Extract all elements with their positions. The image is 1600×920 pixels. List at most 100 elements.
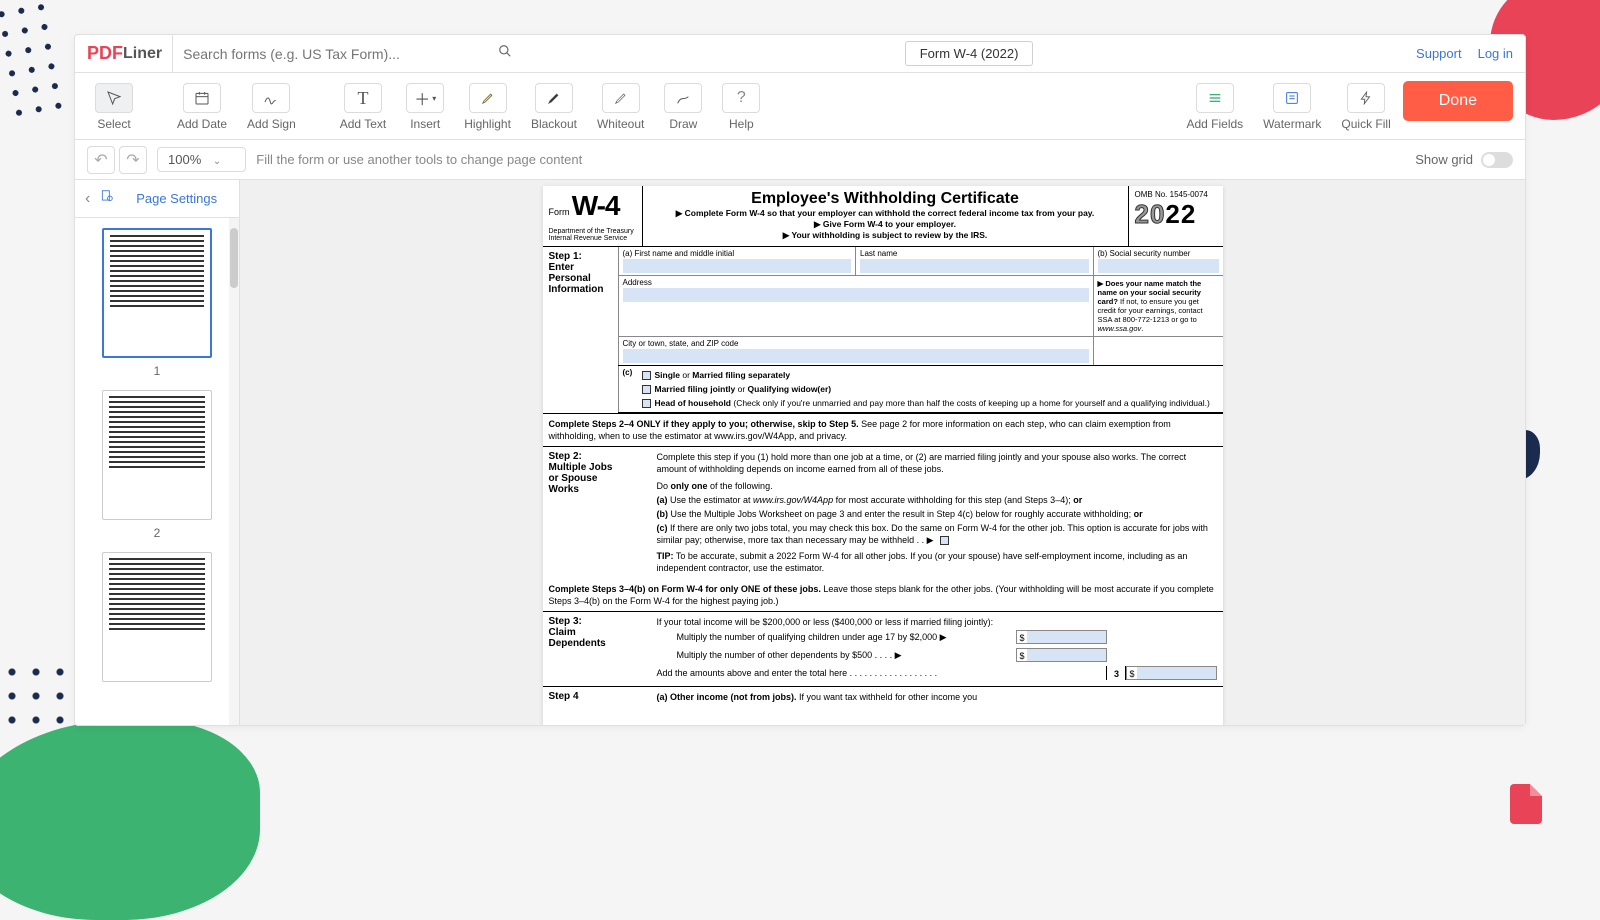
undo-button[interactable]: ↶: [87, 146, 115, 174]
ssn-note: ▶ Does your name match the name on your …: [1093, 276, 1223, 336]
form-title: Employee's Withholding Certificate: [649, 190, 1122, 208]
tool-label: Select: [97, 117, 130, 131]
city-label: City or town, state, and ZIP code: [623, 339, 739, 348]
add-sign-tool[interactable]: Add Sign: [239, 79, 304, 135]
highlight-tool[interactable]: Highlight: [456, 79, 519, 135]
form-code: W-4: [572, 190, 620, 221]
tool-label: Add Fields: [1186, 117, 1243, 131]
done-button[interactable]: Done: [1403, 81, 1513, 121]
search-box: [172, 35, 522, 72]
cb-hoh-label: Head of household (Check only if you're …: [655, 398, 1210, 408]
tool-label: Watermark: [1263, 117, 1321, 131]
step2-label: Step 2: Multiple Jobs or Spouse Works: [543, 447, 651, 578]
select-tool[interactable]: Select: [87, 79, 141, 135]
omb-number: OMB No. 1545-0074: [1135, 190, 1217, 199]
address-field[interactable]: [623, 288, 1089, 302]
last-name-field[interactable]: [860, 259, 1089, 273]
c-label: (c): [618, 366, 638, 412]
redo-button[interactable]: ↷: [119, 146, 147, 174]
total-amount-field[interactable]: [1137, 666, 1217, 680]
lname-label: Last name: [860, 249, 897, 258]
show-grid-toggle[interactable]: [1481, 152, 1513, 168]
tool-label: Blackout: [531, 117, 577, 131]
toolbar: Select Add Date Add Sign T Add Text ＋ ▾ …: [75, 73, 1525, 140]
support-link[interactable]: Support: [1416, 46, 1462, 61]
head-household-checkbox[interactable]: [642, 399, 651, 408]
tool-label: Whiteout: [597, 117, 644, 131]
scrollbar[interactable]: [229, 218, 239, 725]
sub-toolbar: ↶ ↷ 100% ⌄ Fill the form or use another …: [75, 140, 1525, 180]
decor-dots: [0, 660, 80, 740]
logo-text-pdf: PDF: [87, 43, 123, 64]
form-instruction: ▶ Complete Form W-4 so that your employe…: [649, 208, 1122, 219]
tool-label: Insert: [410, 117, 440, 131]
steps-3-4b-note: Complete Steps 3–4(b) on Form W-4 for on…: [543, 579, 1223, 612]
logo[interactable]: PDFLiner: [87, 43, 162, 64]
step4-body: (a) Other income (not from jobs). If you…: [651, 687, 1223, 707]
tool-label: Add Text: [340, 117, 386, 131]
tool-label: Quick Fill: [1341, 117, 1390, 131]
search-icon[interactable]: [498, 44, 512, 63]
search-input[interactable]: [183, 46, 498, 62]
tool-label: Help: [729, 117, 754, 131]
step4-label: Step 4: [543, 687, 651, 707]
cb-married-label: Married filing jointly or Qualifying wid…: [655, 384, 832, 394]
dependents-amount-field[interactable]: [1027, 648, 1107, 662]
married-joint-checkbox[interactable]: [642, 385, 651, 394]
header-bar: PDFLiner Form W-4 (2022) Support Log in: [75, 35, 1525, 73]
add-text-tool[interactable]: T Add Text: [332, 79, 394, 135]
total-line-3: 3: [1106, 666, 1126, 680]
watermark-tool[interactable]: Watermark: [1255, 79, 1329, 135]
quick-fill-tool[interactable]: Quick Fill: [1333, 79, 1398, 135]
tool-label: Draw: [669, 117, 697, 131]
help-tool[interactable]: ? Help: [714, 79, 768, 135]
zoom-select[interactable]: 100% ⌄: [157, 147, 246, 172]
step1-label: Step 1: Enter Personal Information: [543, 247, 618, 413]
whiteout-tool[interactable]: Whiteout: [589, 79, 652, 135]
ssn-field[interactable]: [1098, 259, 1219, 273]
page-number: 2: [95, 526, 219, 540]
insert-tool[interactable]: ＋ ▾ Insert: [398, 79, 452, 135]
steps-2-4-note: Complete Steps 2–4 ONLY if they apply to…: [543, 414, 1223, 447]
page-thumbnail-1[interactable]: [102, 228, 212, 358]
irs-label: Internal Revenue Service: [549, 235, 636, 242]
page-number: 1: [95, 364, 219, 378]
two-jobs-checkbox[interactable]: [940, 536, 949, 545]
document-title: Form W-4 (2022): [905, 41, 1034, 66]
fname-label: (a) First name and middle initial: [623, 249, 735, 258]
form-w4-document: Form W-4 Department of the Treasury Inte…: [543, 186, 1223, 725]
children-amount-field[interactable]: [1027, 630, 1107, 644]
address-label: Address: [623, 278, 652, 287]
draw-tool[interactable]: Draw: [656, 79, 710, 135]
ssn-label: (b) Social security number: [1098, 249, 1191, 258]
zoom-value: 100%: [168, 152, 201, 167]
blackout-tool[interactable]: Blackout: [523, 79, 585, 135]
step3-label: Step 3: Claim Dependents: [543, 612, 651, 686]
add-fields-tool[interactable]: Add Fields: [1178, 79, 1251, 135]
pdf-icon: [1502, 780, 1550, 840]
tool-label: Add Date: [177, 117, 227, 131]
login-link[interactable]: Log in: [1478, 46, 1513, 61]
form-instruction: ▶ Your withholding is subject to review …: [649, 230, 1122, 241]
cb-single-label: Single or Married filing separately: [655, 370, 791, 380]
add-date-tool[interactable]: Add Date: [169, 79, 235, 135]
city-field[interactable]: [623, 349, 1089, 363]
page-settings-button[interactable]: Page Settings: [124, 191, 229, 206]
app-container: PDFLiner Form W-4 (2022) Support Log in …: [74, 34, 1526, 726]
year-suffix: 22: [1165, 199, 1196, 229]
content-area: ‹ Page Settings 1 2: [75, 180, 1525, 725]
document-canvas[interactable]: Form W-4 Department of the Treasury Inte…: [240, 180, 1525, 725]
page-thumbnail-2[interactable]: [102, 390, 212, 520]
logo-text-liner: Liner: [123, 45, 162, 63]
sidebar: ‹ Page Settings 1 2: [75, 180, 240, 725]
tool-label: Highlight: [464, 117, 511, 131]
first-name-field[interactable]: [623, 259, 852, 273]
single-checkbox[interactable]: [642, 371, 651, 380]
page-thumbnail-3[interactable]: [102, 552, 212, 682]
step2-body: Complete this step if you (1) hold more …: [651, 447, 1223, 578]
back-button[interactable]: ‹: [85, 190, 90, 208]
toolbar-hint: Fill the form or use another tools to ch…: [256, 152, 582, 167]
year-prefix: 20: [1135, 199, 1166, 229]
show-grid-label: Show grid: [1415, 152, 1473, 167]
dept-label: Department of the Treasury: [549, 228, 636, 235]
